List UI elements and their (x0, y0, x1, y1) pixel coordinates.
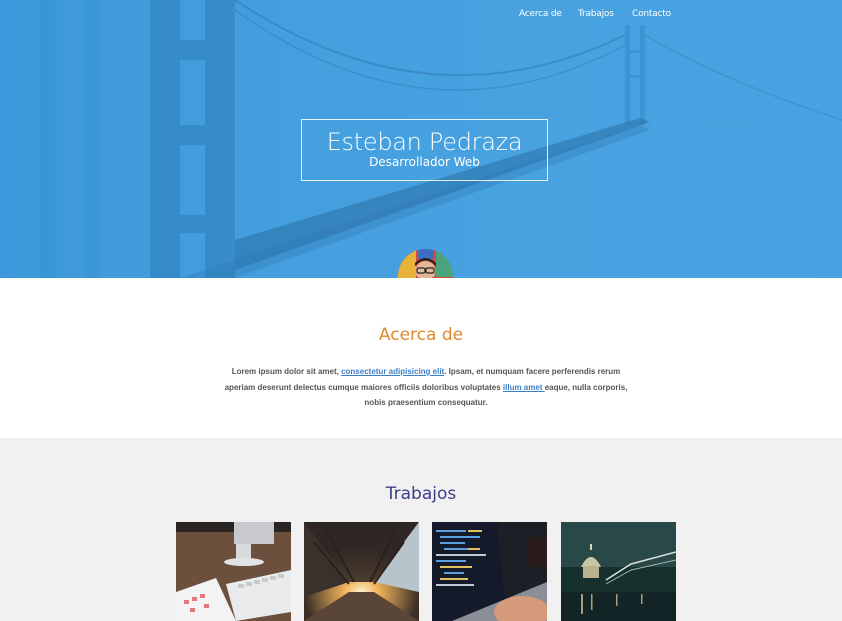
works-title: Trabajos (385, 484, 457, 504)
top-nav: Acerca de Trabajos Contacto (0, 9, 842, 21)
hero-title-box: Esteban Pedraza Desarrollador Web (301, 119, 548, 181)
about-section: Acerca de Lorem ipsum dolor sit amet, co… (0, 278, 842, 438)
work-thumb-train[interactable] (304, 522, 419, 621)
about-text-1: Lorem ipsum dolor sit amet, (231, 367, 342, 376)
works-section: Trabajos (0, 438, 842, 621)
work-thumb-code[interactable] (432, 522, 547, 621)
hero-role: Desarrollador Web (369, 155, 480, 169)
about-paragraph: Lorem ipsum dolor sit amet, consectetur … (222, 364, 630, 411)
about-link-2[interactable]: illum amet (503, 383, 545, 392)
nav-link-works[interactable]: Trabajos (578, 9, 614, 19)
about-link-1[interactable]: consectetur adipisicing elit (341, 367, 444, 376)
about-title: Acerca de (378, 325, 464, 345)
work-thumb-city[interactable] (561, 522, 676, 621)
nav-link-contact[interactable]: Contacto (632, 9, 671, 19)
nav-link-about[interactable]: Acerca de (519, 9, 562, 19)
work-thumb-desk[interactable] (176, 522, 291, 621)
hero-section: Acerca de Trabajos Contacto Esteban Pedr… (0, 0, 842, 278)
hero-name: Esteban Pedraza (326, 128, 523, 156)
